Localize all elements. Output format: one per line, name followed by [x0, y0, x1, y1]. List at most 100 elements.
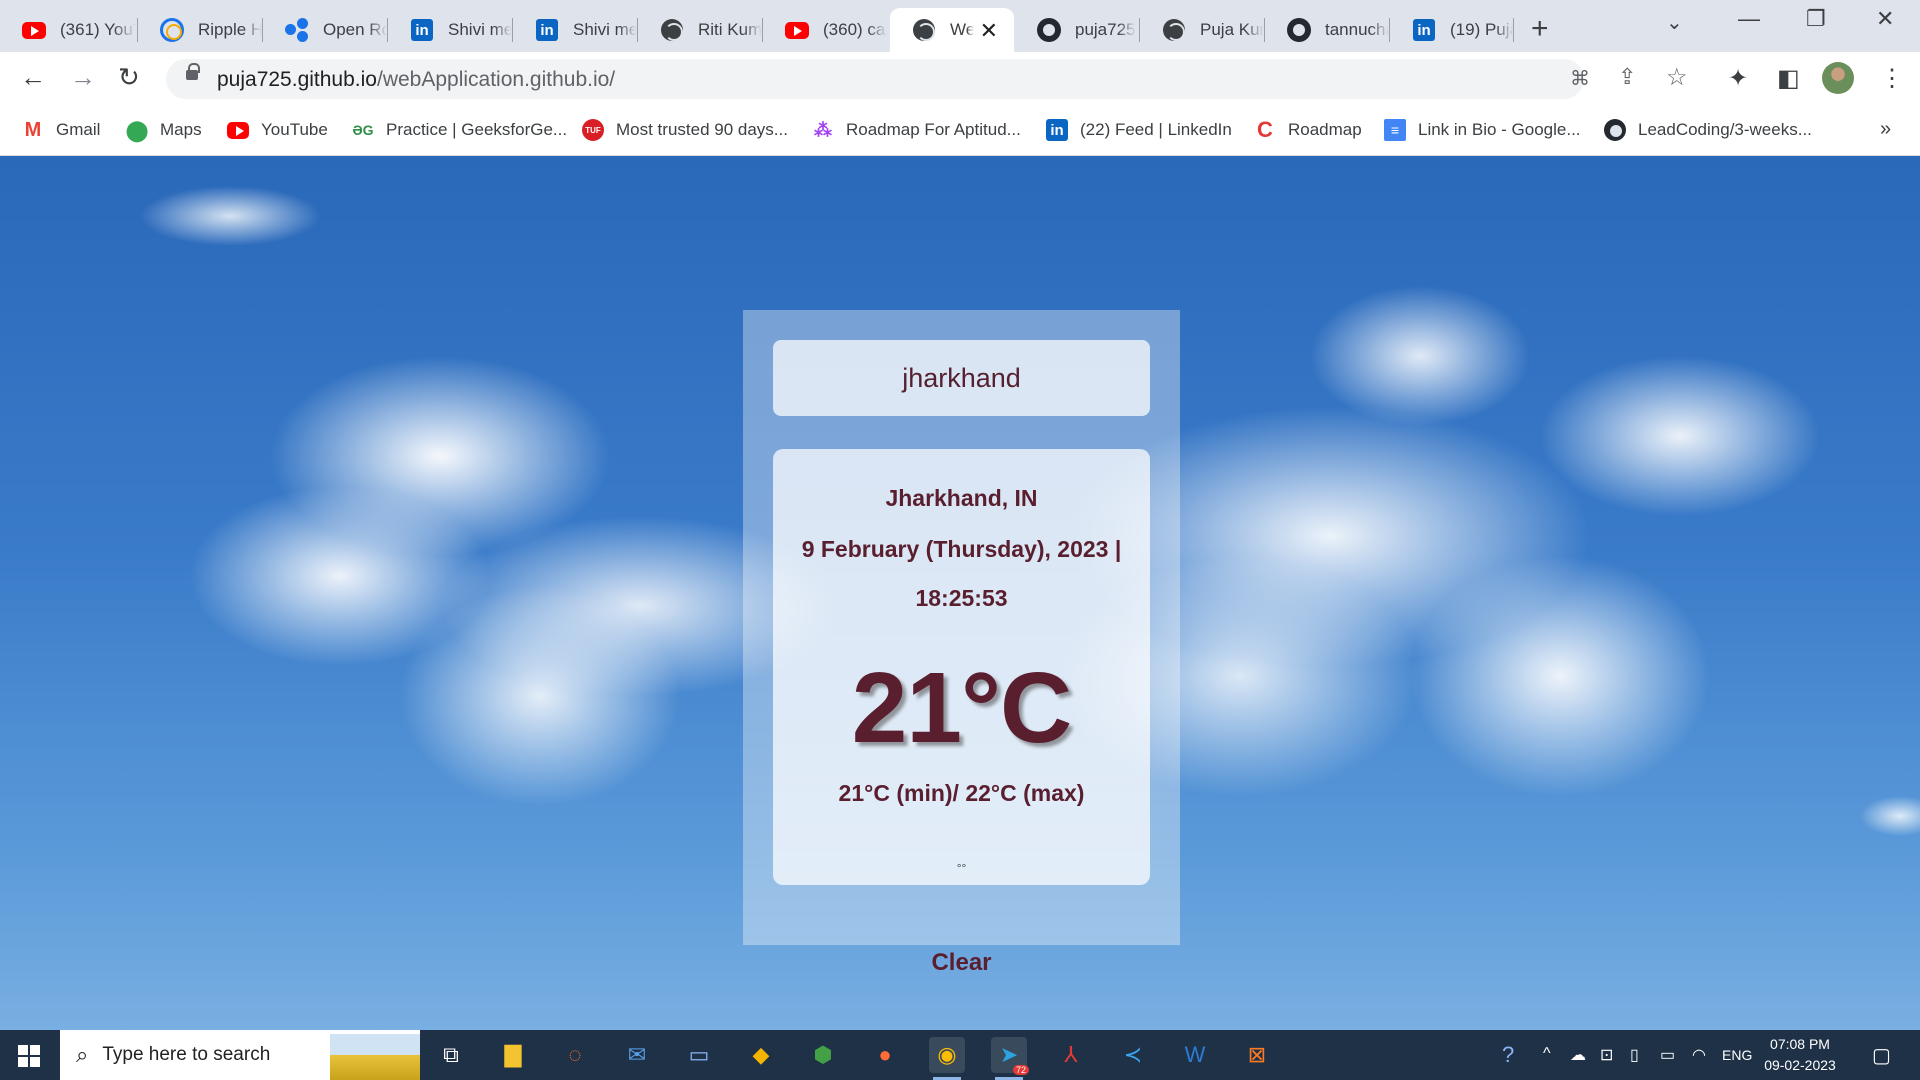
postman-icon[interactable]: ● — [867, 1037, 903, 1073]
tab-divider — [1513, 18, 1514, 42]
tab-puja-kumari[interactable]: Puja Kumari — [1140, 8, 1264, 52]
github-icon — [1604, 119, 1626, 141]
clear-button[interactable]: Clear — [743, 949, 1180, 977]
mail-icon[interactable]: ✉ — [619, 1037, 655, 1073]
geeksforgeeks-icon: ƏG — [352, 122, 374, 138]
tab-title: Riti Kumari — [698, 20, 762, 39]
url-path: /webApplication.github.io/ — [376, 68, 616, 91]
nodejs-icon[interactable]: ⬢ — [805, 1037, 841, 1073]
tab-linkedin-puja[interactable]: in (19) Puja — [1390, 8, 1514, 52]
bookmark-label: LeadCoding/3-weeks... — [1638, 120, 1812, 139]
xampp-icon[interactable]: ⊠ — [1239, 1037, 1275, 1073]
bookmark-label: YouTube — [261, 120, 328, 139]
tab-github-puja[interactable]: puja725 — [1015, 8, 1139, 52]
acrobat-icon[interactable]: ⅄ — [1053, 1037, 1089, 1073]
bookmark-linkedin-feed[interactable]: in (22) Feed | LinkedIn — [1046, 116, 1232, 144]
jupyter-icon[interactable]: ◌ — [557, 1037, 593, 1073]
close-window-button[interactable]: ✕ — [1876, 6, 1894, 32]
word-icon[interactable]: W — [1177, 1037, 1213, 1073]
new-tab-button[interactable]: + — [1531, 12, 1549, 46]
tab-linkedin-shivi-2[interactable]: in Shivi mentions — [513, 8, 637, 52]
file-explorer-icon[interactable]: ▇ — [495, 1037, 531, 1073]
vscode-icon[interactable]: ≺ — [1115, 1037, 1151, 1073]
tab-github-tannu[interactable]: tannuchauhan — [1265, 8, 1389, 52]
tab-title: (360) career — [823, 20, 887, 39]
bookmark-gmail[interactable]: M Gmail — [22, 116, 101, 144]
bookmark-roadmap-aptitude[interactable]: ⁂ Roadmap For Aptitud... — [812, 116, 1021, 144]
bookmark-label: Practice | GeeksforGe... — [386, 120, 568, 139]
chrome-icon[interactable]: ◉ — [929, 1037, 965, 1080]
more-bookmarks-chevron-icon[interactable]: » — [1880, 118, 1891, 141]
bookmark-geeksforgeeks[interactable]: ƏG Practice | GeeksforGe... — [352, 116, 567, 144]
help-icon[interactable]: ? — [1502, 1042, 1514, 1068]
tab-title: Ripple Hiring — [198, 20, 262, 39]
share-icon[interactable]: ⇪ — [1618, 64, 1636, 90]
taskbar-search-box[interactable]: ⌕ Type here to search — [60, 1030, 420, 1080]
gitkraken-icon[interactable]: ◆ — [743, 1037, 779, 1073]
temperature-value: 21°C — [851, 652, 1072, 764]
bookmark-leadcoding[interactable]: LeadCoding/3-weeks... — [1604, 116, 1812, 144]
tab-title: Puja Kumari — [1200, 20, 1264, 39]
back-button[interactable]: ← — [20, 62, 46, 93]
profile-avatar[interactable] — [1822, 62, 1854, 94]
forward-button[interactable]: → — [70, 62, 96, 93]
min-max-temperature: 21°C (min)/ 22°C (max) — [838, 780, 1085, 806]
tab-youtube[interactable]: (361) YouTube — [0, 8, 136, 52]
telegram-icon[interactable]: ➤ 72 — [991, 1037, 1029, 1080]
close-tab-icon[interactable]: ✕ — [980, 18, 998, 44]
battery-icon[interactable]: ▭ — [1660, 1045, 1675, 1065]
language-indicator[interactable]: ENG — [1722, 1047, 1752, 1063]
task-view-icon[interactable]: ⧉ — [433, 1037, 469, 1073]
system-clock[interactable]: 07:08 PM 09-02-2023 — [1756, 1034, 1844, 1076]
bookmark-link-in-bio[interactable]: ≡ Link in Bio - Google... — [1384, 116, 1581, 144]
tab-weather-active[interactable]: Weather App ✕ — [890, 8, 1014, 52]
clock-date: 09-02-2023 — [1764, 1057, 1836, 1073]
bookmark-youtube[interactable]: YouTube — [227, 116, 328, 144]
bookmark-label: Maps — [160, 120, 202, 139]
gmail-icon: M — [24, 118, 42, 141]
tab-title: Shivi mentions — [448, 20, 512, 39]
bookmark-star-icon[interactable]: ☆ — [1666, 63, 1688, 92]
windows-start-icon[interactable] — [18, 1045, 40, 1067]
browser-tab-strip: (361) YouTube Ripple Hiring Open Roles i… — [0, 0, 1920, 52]
action-center-icon[interactable]: ▢ — [1872, 1043, 1891, 1068]
tab-title: tannuchauhan — [1325, 20, 1389, 39]
tab-ripple[interactable]: Ripple Hiring — [138, 8, 262, 52]
address-bar[interactable]: puja725.github.io/webApplication.github.… — [166, 59, 1688, 99]
bookmark-roadmap[interactable]: C Roadmap — [1254, 116, 1362, 144]
laptop-app-icon[interactable]: ▭ — [681, 1037, 717, 1073]
show-hidden-icons-chevron-icon[interactable]: ^ — [1543, 1045, 1551, 1063]
translate-icon[interactable]: ⌘ — [1570, 66, 1590, 91]
minimize-button[interactable]: — — [1738, 6, 1760, 32]
tab-search-chevron-icon[interactable]: ⌄ — [1666, 10, 1683, 35]
weather-card: Jharkhand, IN 9 February (Thursday), 202… — [743, 310, 1180, 945]
github-icon — [1287, 18, 1311, 42]
maps-icon: ⬤ — [125, 119, 149, 142]
device-icon[interactable]: ▯ — [1630, 1045, 1639, 1065]
url-host: puja725.github.io — [217, 68, 377, 91]
linkedin-icon: in — [535, 18, 559, 42]
lock-icon[interactable] — [186, 63, 200, 80]
onedrive-icon[interactable]: ☁ — [1570, 1045, 1586, 1065]
menu-kebab-icon[interactable]: ⋮ — [1880, 64, 1904, 93]
reload-button[interactable]: ↻ — [118, 62, 140, 93]
side-panel-icon[interactable]: ◧ — [1777, 64, 1800, 93]
restore-button[interactable]: ❐ — [1806, 6, 1826, 32]
notification-center-app-icon[interactable]: ⊡ — [1600, 1045, 1613, 1065]
extensions-icon[interactable]: ✦ — [1728, 64, 1748, 93]
taskbar-search-placeholder: Type here to search — [102, 1044, 271, 1065]
bookmark-maps[interactable]: ⬤ Maps — [126, 116, 202, 144]
openroles-icon — [285, 18, 309, 42]
linkedin-icon: in — [1046, 119, 1068, 141]
url-text[interactable]: puja725.github.io/webApplication.github.… — [217, 68, 615, 92]
bookmark-tuf[interactable]: TUF Most trusted 90 days... — [582, 116, 788, 144]
city-search-input[interactable] — [773, 340, 1150, 416]
wifi-icon[interactable]: ◠ — [1692, 1045, 1706, 1065]
tab-riti-kumari[interactable]: Riti Kumari — [638, 8, 762, 52]
windows-taskbar: ⌕ Type here to search ⧉ ▇ ◌ ✉ ▭ ◆ ⬢ ● ◉ … — [0, 1030, 1920, 1080]
tab-youtube-career[interactable]: (360) career — [763, 8, 887, 52]
tab-open-roles[interactable]: Open Roles — [263, 8, 387, 52]
tab-title: puja725 — [1075, 20, 1136, 39]
tab-linkedin-shivi[interactable]: in Shivi mentions — [388, 8, 512, 52]
tab-title: Open Roles — [323, 20, 387, 39]
